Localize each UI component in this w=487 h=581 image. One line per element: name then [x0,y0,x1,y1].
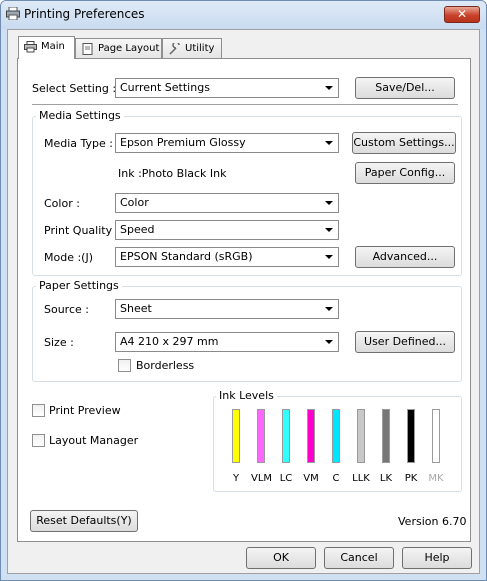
mode-label: Mode :(J) [44,251,94,264]
borderless-checkbox[interactable] [118,359,131,372]
layout-manager-label: Layout Manager [49,434,139,447]
ink-levels-title: Ink Levels [216,389,277,402]
user-defined-button[interactable]: User Defined... [355,331,455,353]
page-icon [82,43,93,55]
ink-bar-mk [432,409,440,463]
ink-label-mk: MK [428,473,444,484]
paper-config-button[interactable]: Paper Config... [355,162,455,184]
ink-type-text: Ink :Photo Black Ink [118,167,227,180]
ink-level-fill [408,410,414,462]
cancel-button[interactable]: Cancel [324,547,394,569]
ink-label-y: Y [232,473,240,484]
ink-label-vlm: VLM [251,473,273,484]
chevron-down-icon [325,307,333,311]
select-setting-combo[interactable]: Current Settings [115,78,339,98]
layout-manager-checkbox[interactable] [32,434,45,447]
select-setting-label: Select Setting : [32,82,117,95]
tab-page-layout-label: Page Layout [98,43,160,54]
chevron-down-icon [325,340,333,344]
media-type-label: Media Type : [44,137,114,150]
size-combo[interactable]: A4 210 x 297 mm [115,332,339,352]
ink-bar-pk [407,409,415,463]
printer-icon [6,7,20,20]
source-label: Source : [44,303,89,316]
ink-level-fill [283,410,289,462]
printer-icon [24,41,37,53]
chevron-down-icon [325,228,333,232]
ink-bar-llk [357,409,365,463]
ink-label-lk: LK [379,473,393,484]
version-text: Version 6.70 [398,515,467,528]
tab-utility-label: Utility [185,43,215,54]
ink-label-llk: LLK [352,473,370,484]
ink-level-fill [358,410,364,462]
ink-level-fill [333,410,339,462]
select-setting-value: Current Settings [120,81,210,94]
ink-level-fill [308,410,314,462]
borderless-label: Borderless [136,359,195,372]
mode-value: EPSON Standard (sRGB) [120,250,253,263]
ink-level-fill [383,410,389,462]
tab-page-layout[interactable]: Page Layout [75,38,162,59]
size-value: A4 210 x 297 mm [120,335,219,348]
chevron-down-icon [325,255,333,259]
ink-bar-lc [282,409,290,463]
tab-main[interactable]: Main [18,36,75,59]
print-quality-combo[interactable]: Speed [115,220,339,240]
ink-bar-vlm [257,409,265,463]
media-type-combo[interactable]: Epson Premium Glossy [115,133,339,153]
wrench-icon [169,43,180,55]
media-type-value: Epson Premium Glossy [120,136,246,149]
color-combo[interactable]: Color [115,193,339,213]
help-button[interactable]: Help [402,547,472,569]
ink-bar-y [232,409,240,463]
separator [32,104,458,105]
ink-bar-vm [307,409,315,463]
mode-combo[interactable]: EPSON Standard (sRGB) [115,247,339,267]
size-label: Size : [44,336,74,349]
ink-level-fill [258,410,264,462]
chevron-down-icon [325,201,333,205]
advanced-button[interactable]: Advanced... [355,246,455,268]
color-value: Color [120,196,149,209]
close-button[interactable]: ✕ [444,6,480,23]
print-quality-label: Print Quality : [44,224,120,237]
tab-main-label: Main [41,41,65,52]
print-preview-checkbox[interactable] [32,404,45,417]
paper-settings-title: Paper Settings [36,279,122,292]
ok-button[interactable]: OK [246,547,316,569]
color-label: Color : [44,197,80,210]
ink-label-c: C [332,473,340,484]
chevron-down-icon [325,141,333,145]
ink-bar-c [332,409,340,463]
source-value: Sheet [120,302,152,315]
reset-defaults-button[interactable]: Reset Defaults(Y) [30,510,138,532]
ink-level-fill [233,410,239,462]
save-del-button[interactable]: Save/Del... [355,77,455,99]
ink-bar-lk [382,409,390,463]
custom-settings-button[interactable]: Custom Settings... [352,132,456,154]
print-quality-value: Speed [120,223,155,236]
source-combo[interactable]: Sheet [115,299,339,319]
ink-label-pk: PK [404,473,418,484]
ink-label-vm: VM [303,473,319,484]
tab-utility[interactable]: Utility [162,38,222,59]
chevron-down-icon [325,86,333,90]
window-title: Printing Preferences [24,7,145,21]
media-settings-title: Media Settings [36,109,124,122]
ink-label-lc: LC [279,473,293,484]
print-preview-label: Print Preview [49,404,121,417]
